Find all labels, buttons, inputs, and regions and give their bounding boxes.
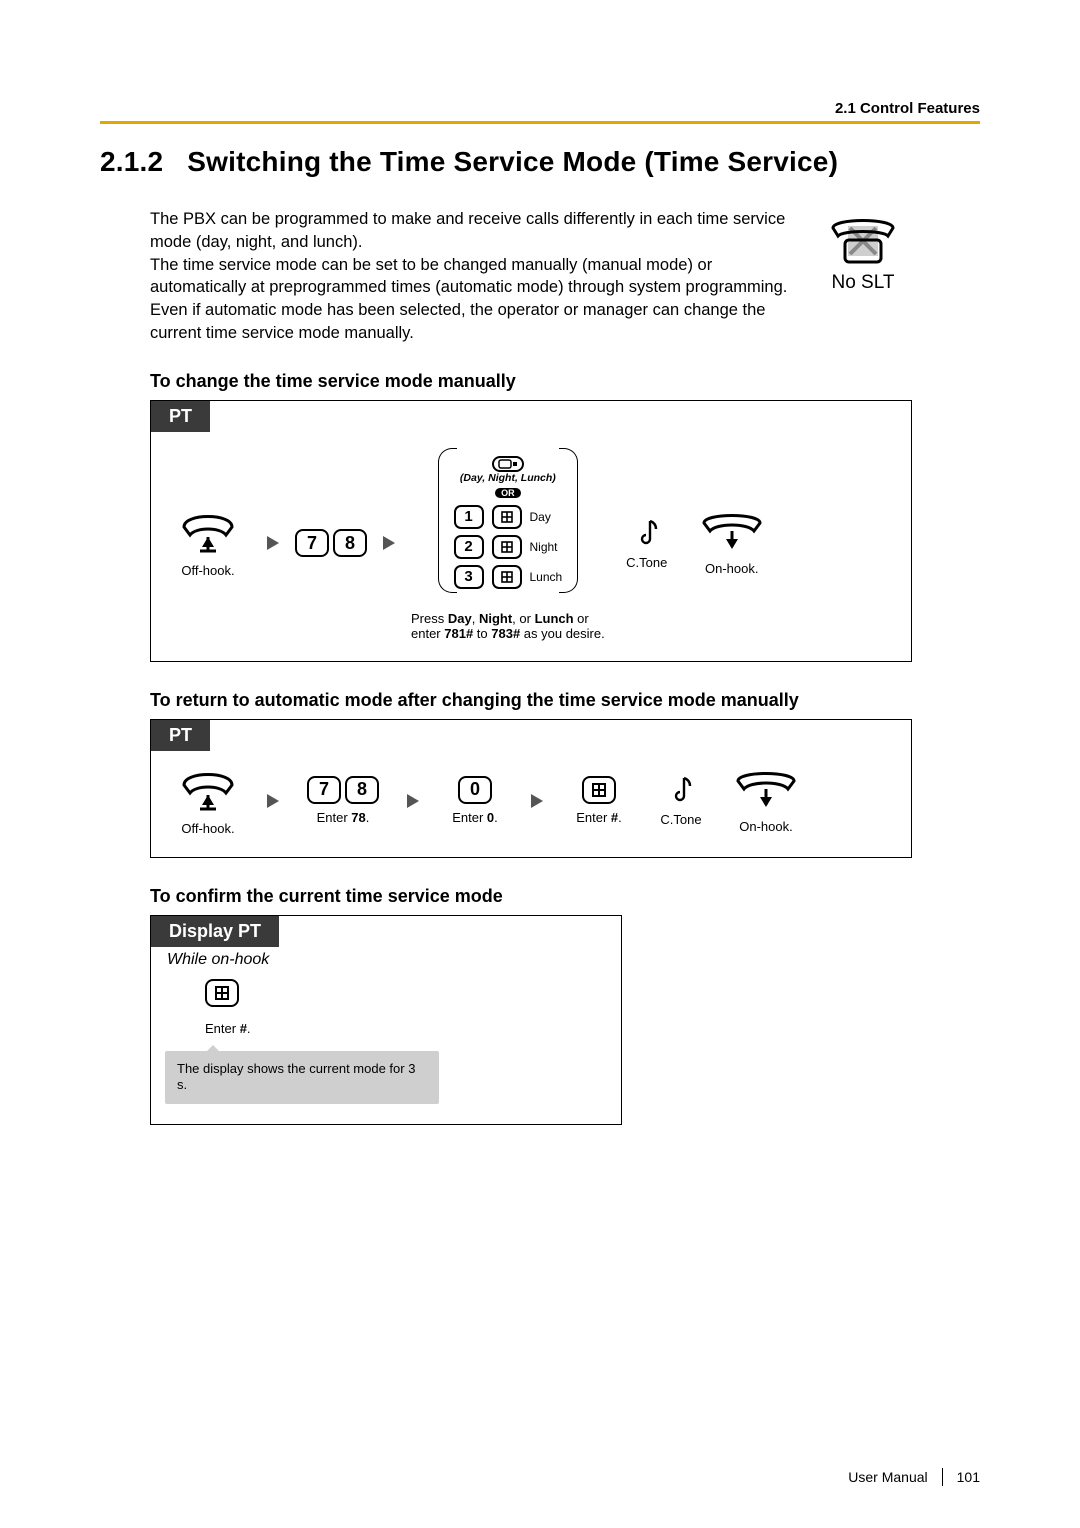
footer-manual-label: User Manual (848, 1469, 927, 1485)
tone-icon (634, 517, 660, 547)
breadcrumb: 2.1 Control Features (100, 100, 980, 117)
key-1: 1 (454, 505, 484, 529)
key-7: 7 (295, 529, 329, 557)
procedure-manual-change: PT Off-hook. (150, 400, 912, 662)
key-0: 0 (458, 776, 492, 804)
no-slt-badge: No SLT (820, 212, 906, 294)
arrow-icon (529, 792, 545, 810)
procedure-tab-display-pt: Display PT (151, 916, 279, 947)
option-label-night: Night (530, 540, 558, 554)
mode-option-block: (Day, Night, Lunch) OR 1 Day (444, 446, 573, 595)
arrow-icon (405, 792, 421, 810)
key-8: 8 (345, 776, 379, 804)
page-footer: User Manual 101 (848, 1468, 980, 1486)
procedure-return-auto: PT Off-hook. 7 (150, 719, 912, 858)
key-8: 8 (333, 529, 367, 557)
key-7: 7 (307, 776, 341, 804)
subheading-confirm-mode: To confirm the current time service mode (150, 886, 980, 907)
page-title: 2.1.2 Switching the Time Service Mode (Ti… (100, 146, 980, 178)
key-3: 3 (454, 565, 484, 589)
key-hash (492, 565, 522, 589)
option-label-lunch: Lunch (530, 570, 563, 584)
procedure-tab-pt: PT (151, 720, 210, 751)
confirmation-tone: C.Tone (653, 774, 709, 827)
intro-paragraph-1: The PBX can be programmed to make and re… (150, 208, 790, 254)
onhook-icon (700, 509, 764, 555)
option-description: Press Day, Night, or Lunch or enter 781#… (411, 611, 605, 641)
key-2: 2 (454, 535, 484, 559)
while-on-hook-note: While on-hook (151, 947, 621, 979)
footer-page-number: 101 (957, 1469, 980, 1485)
offhook-icon (178, 765, 238, 815)
page: 2.1 Control Features 2.1.2 Switching the … (0, 0, 1080, 1528)
option-row-day: 1 Day (454, 505, 551, 529)
intro-block: The PBX can be programmed to make and re… (150, 208, 980, 345)
key-hash (492, 505, 522, 529)
subheading-return-auto: To return to automatic mode after changi… (150, 690, 980, 711)
key-hash (492, 535, 522, 559)
no-slt-label: No SLT (831, 272, 894, 293)
tone-icon (668, 774, 694, 804)
option-label-day: Day (530, 510, 551, 524)
option-row-lunch: 3 Lunch (454, 565, 563, 589)
enter-hash-caption: Enter #. (205, 1021, 251, 1037)
procedure-tab-pt: PT (151, 401, 210, 432)
subheading-manual-change: To change the time service mode manually (150, 371, 980, 392)
onhook-caption: On-hook. (739, 819, 792, 835)
key-hash (205, 979, 239, 1007)
no-slt-phone-icon (820, 212, 906, 268)
option-header-text: (Day, Night, Lunch) (460, 472, 556, 484)
enter-0-caption: Enter 0. (452, 810, 498, 826)
arrow-icon (265, 792, 281, 810)
procedure-confirm-mode: Display PT While on-hook Enter #. The di… (150, 915, 622, 1125)
offhook-caption: Off-hook. (181, 821, 234, 837)
intro-paragraph-2: The time service mode can be set to be c… (150, 254, 790, 345)
enter-78-caption: Enter 78. (317, 810, 370, 826)
intro-text: The PBX can be programmed to make and re… (150, 208, 790, 345)
section-title-text: Switching the Time Service Mode (Time Se… (187, 146, 838, 177)
info-bubble: The display shows the current mode for 3… (165, 1051, 439, 1104)
footer-separator (942, 1468, 943, 1486)
ctone-label: C.Tone (660, 812, 701, 827)
enter-hash-caption: Enter #. (576, 810, 622, 826)
offhook-icon (178, 507, 238, 557)
onhook-icon (734, 767, 798, 813)
option-header: (Day, Night, Lunch) OR (454, 456, 563, 499)
softkey-icon (492, 456, 524, 472)
option-row-night: 2 Night (454, 535, 558, 559)
arrow-icon (265, 534, 281, 552)
onhook-caption: On-hook. (705, 561, 758, 577)
header-rule (100, 121, 980, 124)
offhook-caption: Off-hook. (181, 563, 234, 579)
key-hash (582, 776, 616, 804)
ctone-label: C.Tone (626, 555, 667, 570)
arrow-icon (381, 534, 397, 552)
section-number: 2.1.2 (100, 146, 163, 178)
confirmation-tone: C.Tone (619, 517, 675, 570)
option-header-or: OR (495, 488, 521, 498)
